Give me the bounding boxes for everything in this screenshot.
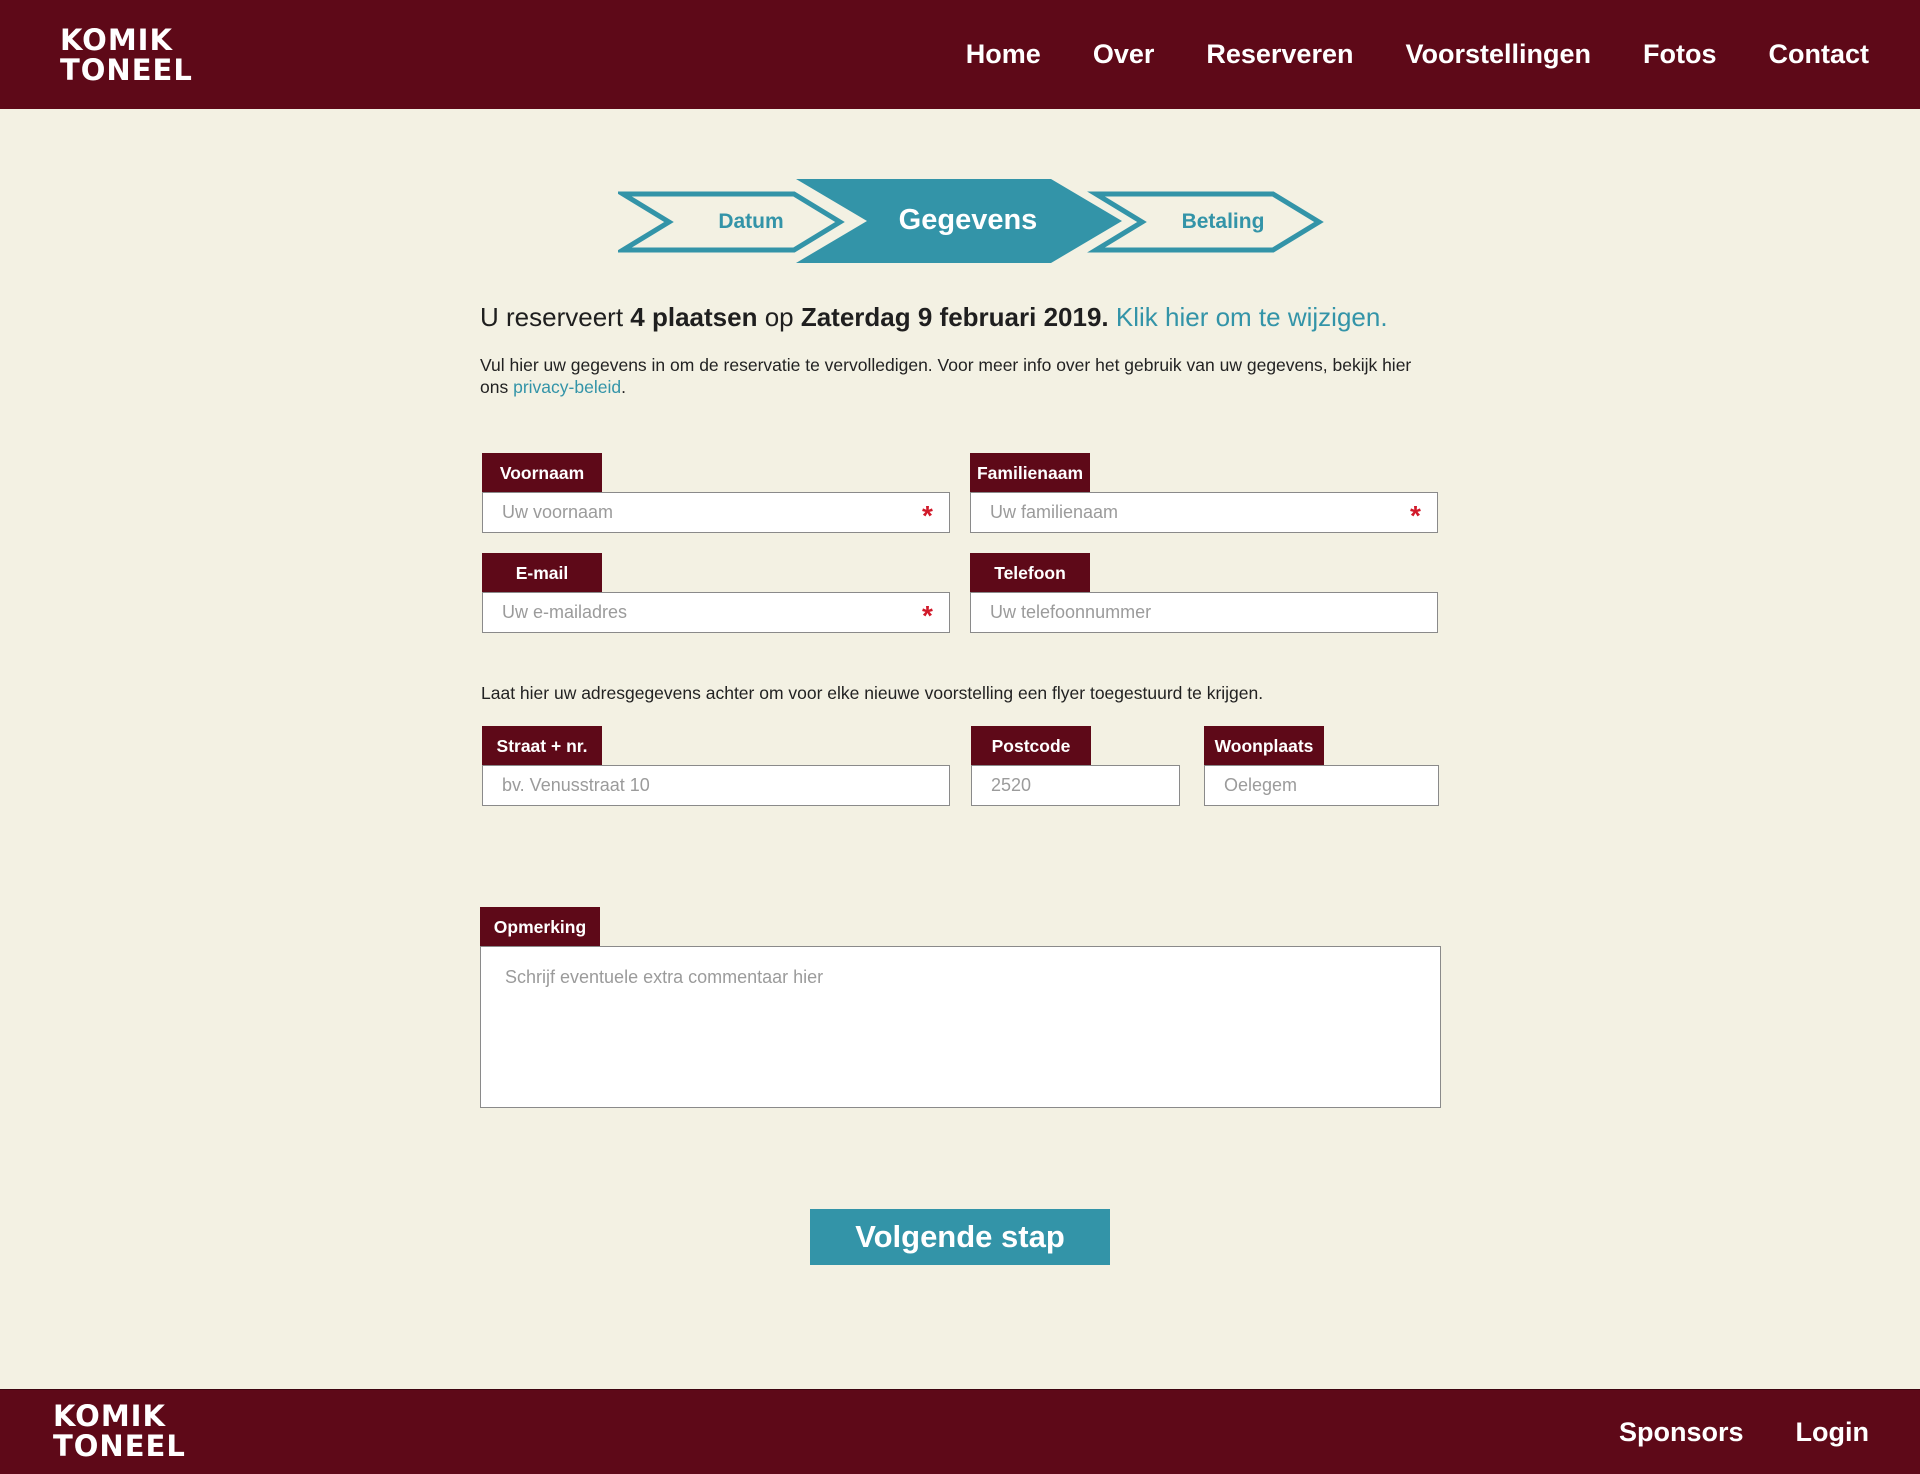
voornaam-input[interactable]: Uw voornaam <box>482 492 950 533</box>
footer-logo[interactable]: KOMIK TONEEL <box>53 1401 186 1461</box>
straat-field: Straat + nr. bv. Venusstraat 10 <box>480 726 952 808</box>
email-field: E-mail Uw e-mailadres * <box>480 553 952 635</box>
required-marker: * <box>1410 500 1421 531</box>
nav-reserveren[interactable]: Reserveren <box>1206 39 1353 70</box>
woonplaats-label: Woonplaats <box>1204 726 1324 766</box>
nav-over[interactable]: Over <box>1093 39 1155 70</box>
voornaam-label: Voornaam <box>482 453 602 493</box>
change-reservation-link[interactable]: Klik hier om te wijzigen. <box>1116 302 1388 332</box>
telefoon-field: Telefoon Uw telefoonnummer <box>968 553 1440 635</box>
footer-sponsors-link[interactable]: Sponsors <box>1619 1417 1744 1448</box>
footer-nav: Sponsors Login <box>1567 1390 1869 1474</box>
address-info-text: Laat hier uw adresgegevens achter om voo… <box>481 683 1264 703</box>
postcode-input[interactable]: 2520 <box>971 765 1180 806</box>
main-nav: Home Over Reserveren Voorstellingen Foto… <box>914 0 1869 109</box>
telefoon-input[interactable]: Uw telefoonnummer <box>970 592 1438 633</box>
postcode-field: Postcode 2520 <box>969 726 1181 808</box>
reservation-stepper: Datum Gegevens Betaling <box>618 178 1328 264</box>
reservation-summary: U reserveert 4 plaatsen op Zaterdag 9 fe… <box>480 302 1388 333</box>
site-header: KOMIK TONEEL Home Over Reserveren Voorst… <box>0 0 1920 109</box>
voornaam-field: Voornaam Uw voornaam * <box>480 453 952 535</box>
footer-login-link[interactable]: Login <box>1796 1417 1869 1448</box>
logo-line-1: KOMIK <box>53 1399 166 1433</box>
nav-home[interactable]: Home <box>966 39 1041 70</box>
site-footer: KOMIK TONEEL Sponsors Login <box>0 1389 1920 1474</box>
summary-middle: op <box>764 302 794 332</box>
step-datum-label[interactable]: Datum <box>686 210 816 234</box>
woonplaats-field: Woonplaats Oelegem <box>1202 726 1442 808</box>
familienaam-field: Familienaam Uw familienaam * <box>968 453 1440 535</box>
email-label: E-mail <box>482 553 602 593</box>
postcode-label: Postcode <box>971 726 1091 766</box>
nav-voorstellingen[interactable]: Voorstellingen <box>1405 39 1591 70</box>
site-logo[interactable]: KOMIK TONEEL <box>60 25 193 85</box>
step-gegevens-label: Gegevens <box>898 204 1038 236</box>
step-betaling-label[interactable]: Betaling <box>1153 210 1293 234</box>
straat-label: Straat + nr. <box>482 726 602 766</box>
info-text-end: . <box>621 377 626 397</box>
logo-line-2: TONEEL <box>60 53 193 87</box>
nav-fotos[interactable]: Fotos <box>1643 39 1717 70</box>
logo-line-1: KOMIK <box>60 23 173 57</box>
summary-prefix: U reserveert <box>480 302 624 332</box>
summary-seats: 4 plaatsen <box>630 302 758 332</box>
next-step-button[interactable]: Volgende stap <box>810 1209 1110 1265</box>
straat-input[interactable]: bv. Venusstraat 10 <box>482 765 950 806</box>
remark-textarea[interactable]: Schrijf eventuele extra commentaar hier <box>480 946 1441 1108</box>
required-marker: * <box>922 500 933 531</box>
familienaam-input[interactable]: Uw familienaam <box>970 492 1438 533</box>
summary-date: Zaterdag 9 februari 2019. <box>800 302 1109 332</box>
privacy-policy-link[interactable]: privacy-beleid <box>513 377 621 397</box>
logo-line-2: TONEEL <box>53 1429 186 1463</box>
telefoon-label: Telefoon <box>970 553 1090 593</box>
privacy-info-text: Vul hier uw gegevens in om de reservatie… <box>480 354 1440 398</box>
remark-label: Opmerking <box>480 907 600 947</box>
nav-contact[interactable]: Contact <box>1769 39 1870 70</box>
woonplaats-input[interactable]: Oelegem <box>1204 765 1439 806</box>
required-marker: * <box>922 600 933 631</box>
familienaam-label: Familienaam <box>970 453 1090 493</box>
email-input[interactable]: Uw e-mailadres <box>482 592 950 633</box>
